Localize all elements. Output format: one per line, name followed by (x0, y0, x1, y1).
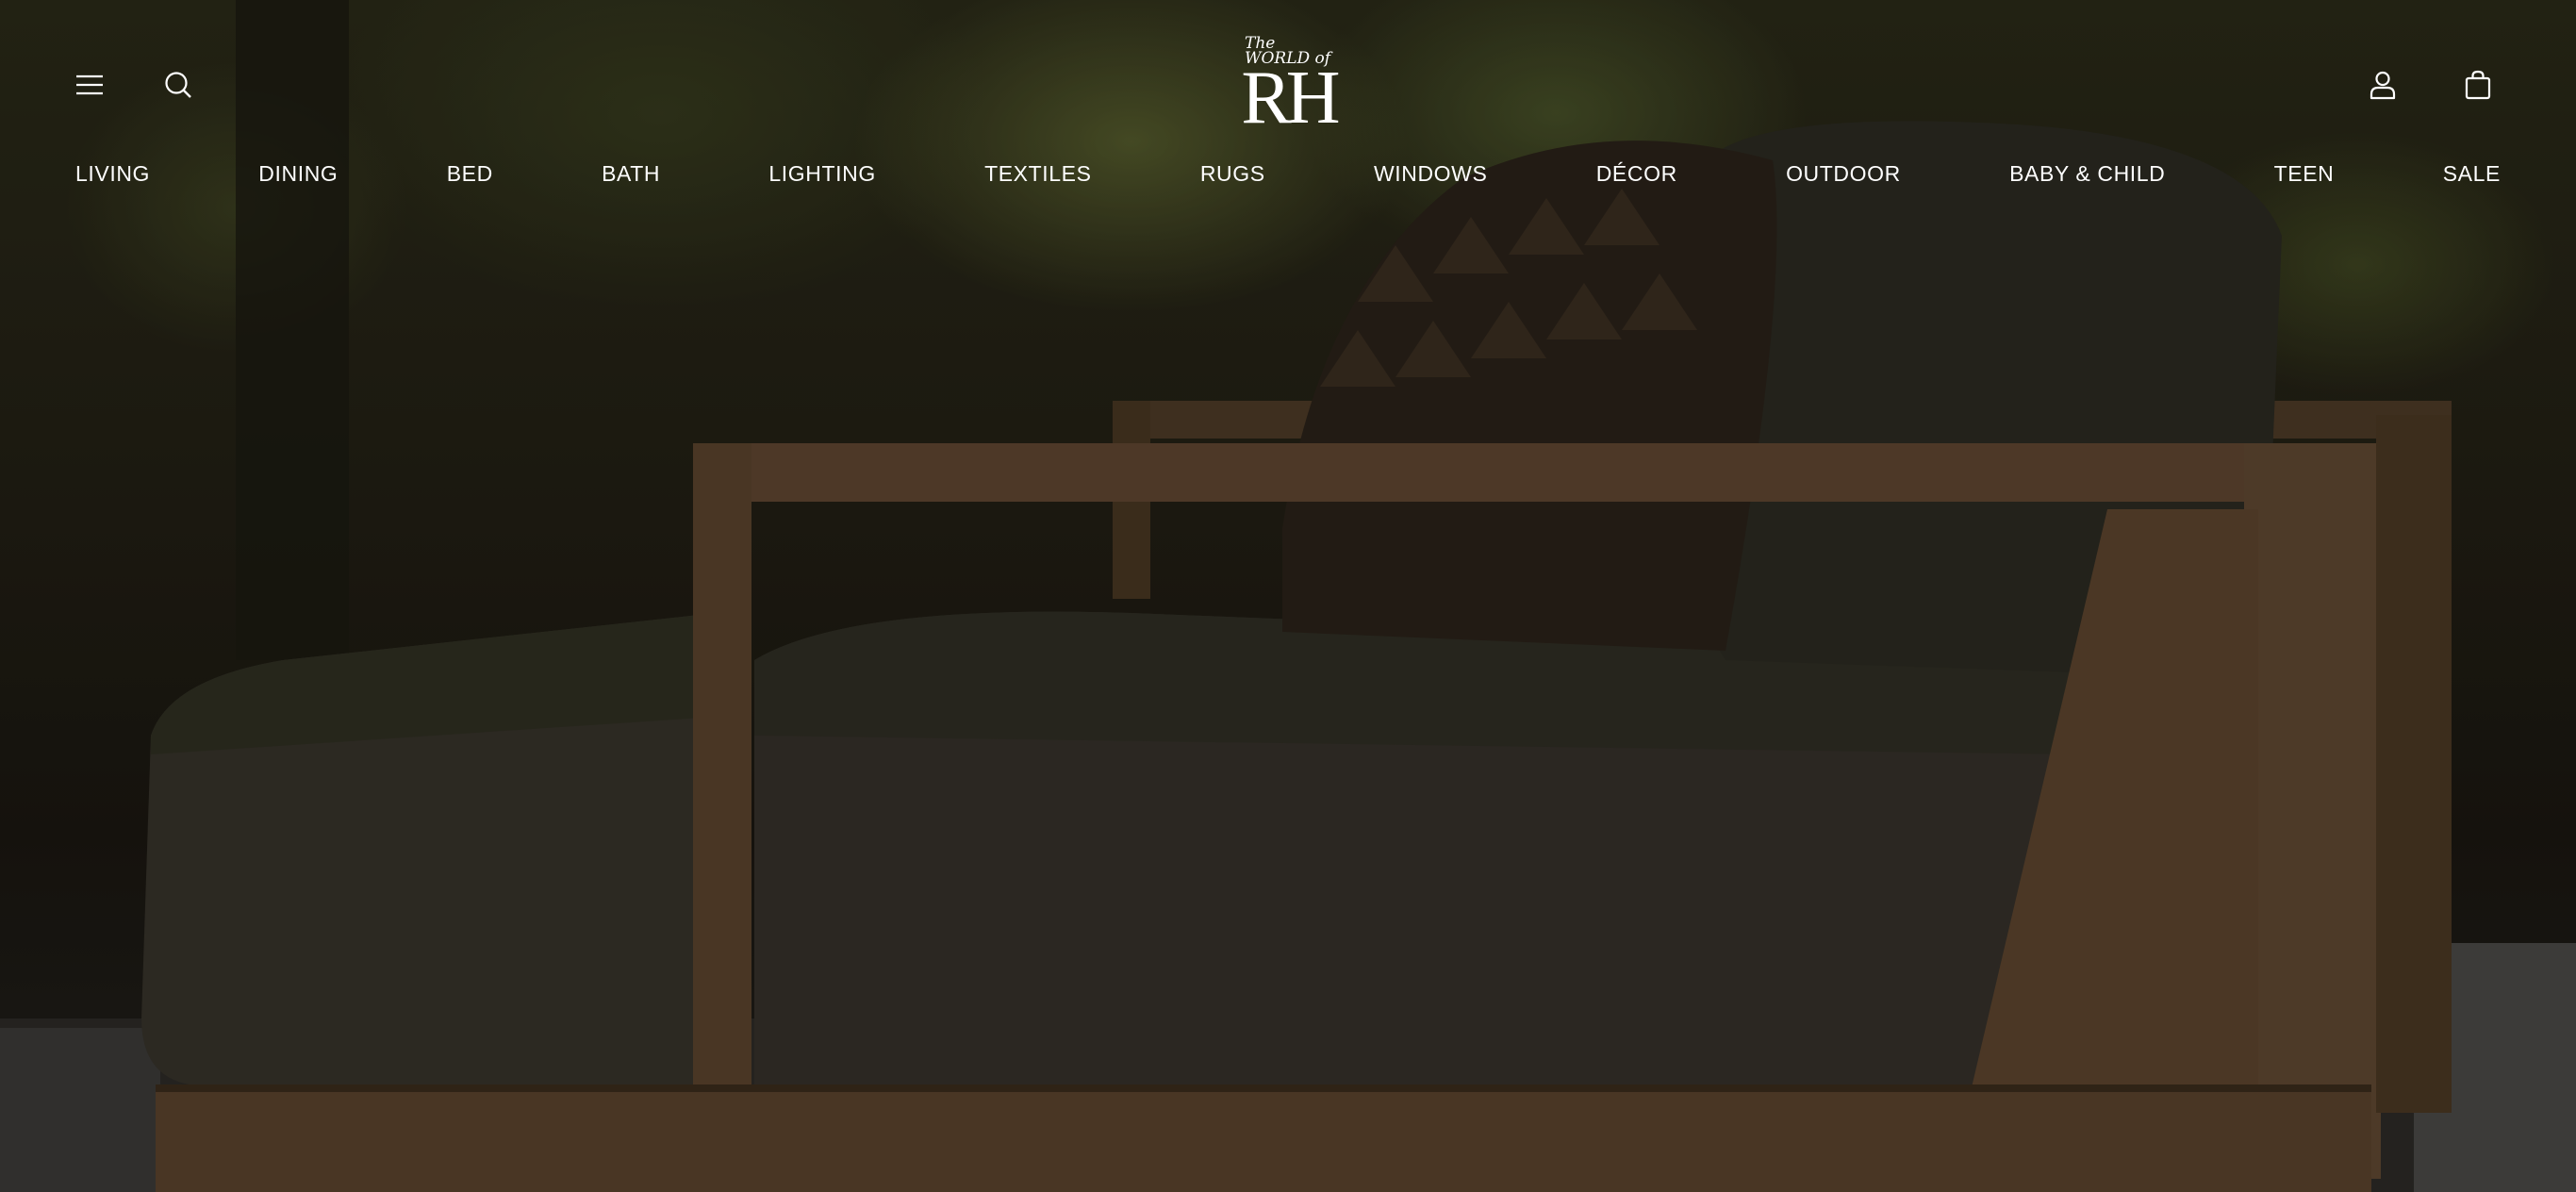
nav-item-outdoor[interactable]: OUTDOOR (1786, 161, 1901, 187)
nav-item-sale[interactable]: SALE (2443, 161, 2501, 187)
site-header: The WORLD of RH (0, 0, 2576, 141)
cart-button[interactable] (2452, 58, 2504, 111)
shopping-bag-icon (2465, 70, 2491, 100)
account-button[interactable] (2356, 58, 2409, 111)
hamburger-menu-icon (76, 74, 103, 95)
nav-item-bed[interactable]: BED (447, 161, 493, 187)
nav-item-lighting[interactable]: LIGHTING (768, 161, 875, 187)
nav-item-dining[interactable]: DINING (258, 161, 338, 187)
category-nav: LIVING DINING BED BATH LIGHTING TEXTILES… (75, 158, 2501, 189)
nav-item-bath[interactable]: BATH (602, 161, 660, 187)
nav-item-baby-child[interactable]: BABY & CHILD (2009, 161, 2165, 187)
search-icon (165, 72, 191, 98)
nav-item-decor[interactable]: DÉCOR (1596, 161, 1677, 187)
nav-item-textiles[interactable]: TEXTILES (984, 161, 1091, 187)
user-account-icon (2370, 71, 2396, 100)
rh-logo[interactable]: The WORLD of RH (1241, 36, 1340, 140)
logo-wordmark: RH (1241, 57, 1340, 140)
nav-item-teen[interactable]: TEEN (2274, 161, 2335, 187)
nav-item-windows[interactable]: WINDOWS (1374, 161, 1487, 187)
nav-item-living[interactable]: LIVING (75, 161, 150, 187)
nav-item-rugs[interactable]: RUGS (1200, 161, 1265, 187)
search-button[interactable] (152, 58, 205, 111)
menu-button[interactable] (63, 58, 116, 111)
